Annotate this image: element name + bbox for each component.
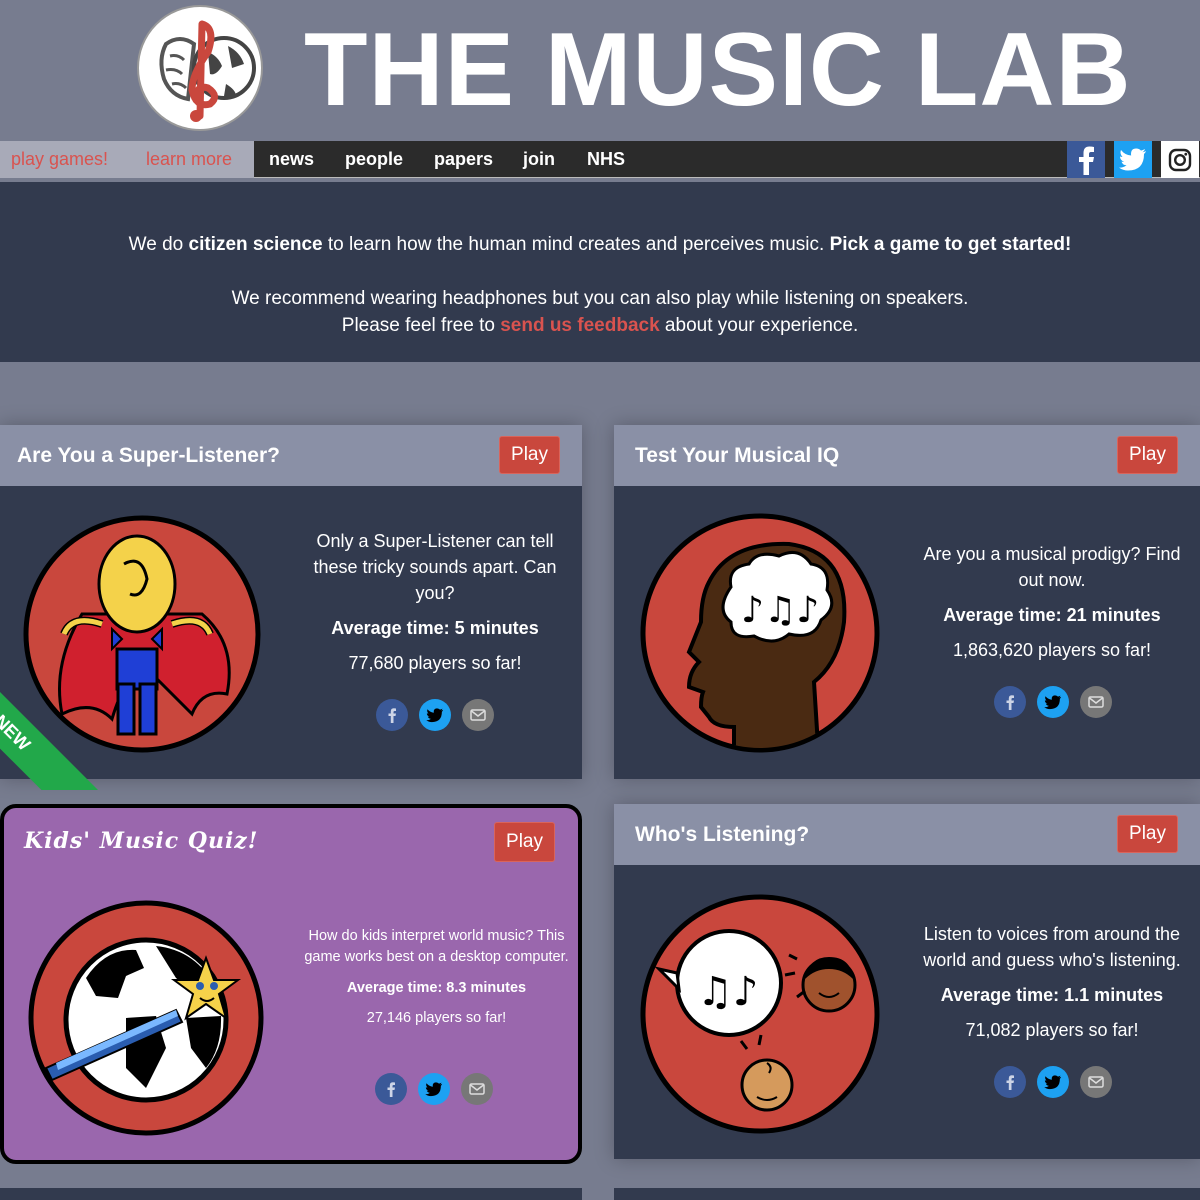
whos-listening-illustration[interactable]: ♫♪ xyxy=(639,893,881,1135)
svg-text:♪♫♪: ♪♫♪ xyxy=(741,590,819,631)
share-facebook-icon[interactable] xyxy=(375,1073,407,1105)
intro-text: to learn how the human mind creates and … xyxy=(322,234,830,255)
share-email-icon[interactable] xyxy=(462,699,494,731)
card-title: Test Your Musical IQ xyxy=(635,444,840,467)
share-email-icon[interactable] xyxy=(1080,686,1112,718)
intro-text: Please feel free to xyxy=(341,315,501,336)
card-title: Are You a Super-Listener? xyxy=(17,444,280,467)
share-twitter-icon[interactable] xyxy=(419,699,451,731)
share-twitter-icon[interactable] xyxy=(1037,1066,1069,1098)
new-ribbon-label: NEW xyxy=(0,710,35,755)
nav-people[interactable]: people xyxy=(345,141,403,178)
card-player-count: 27,146 players so far! xyxy=(366,1010,507,1026)
card-average-time: Average time: 8.3 minutes xyxy=(346,980,527,996)
site-header: THE MUSIC LAB xyxy=(0,0,1200,141)
card-header: Are You a Super-Listener? Play xyxy=(0,425,582,486)
share-twitter-icon[interactable] xyxy=(1037,686,1069,718)
game-card-musical-iq: Test Your Musical IQ Play ♪♫♪ Are you a … xyxy=(614,425,1200,779)
intro-line-2: We recommend wearing headphones but you … xyxy=(231,288,969,309)
card-average-time: Average time: 1.1 minutes xyxy=(940,985,1164,1005)
intro-text: We do xyxy=(128,234,189,255)
intro-panel: We do citizen science to learn how the h… xyxy=(0,182,1200,362)
nav-nhs[interactable]: NHS xyxy=(587,141,625,178)
next-card-partial xyxy=(614,1188,1200,1200)
card-body: Are you a musical prodigy? Find out now.… xyxy=(920,541,1184,661)
intro-line-3: Please feel free to send us feedback abo… xyxy=(0,315,1200,337)
twitter-icon[interactable] xyxy=(1114,141,1152,178)
play-button[interactable]: Play xyxy=(1117,436,1178,474)
share-buttons xyxy=(376,699,494,731)
card-description: Are you a musical prodigy? Find out now. xyxy=(923,544,1181,590)
card-player-count: 77,680 players so far! xyxy=(348,653,522,673)
intro-citizen-science: citizen science xyxy=(188,234,323,255)
card-player-count: 71,082 players so far! xyxy=(965,1020,1139,1040)
play-button[interactable]: Play xyxy=(494,822,555,862)
share-buttons xyxy=(994,1066,1112,1098)
card-title: Kids' Music Quiz! xyxy=(24,828,259,854)
musical-iq-illustration[interactable]: ♪♫♪ xyxy=(639,512,881,754)
card-body: How do kids interpret world music? This … xyxy=(304,926,569,1026)
new-ribbon-wrap: NEW xyxy=(0,640,150,790)
music-lab-logo-icon[interactable] xyxy=(136,4,264,132)
card-header: Test Your Musical IQ Play xyxy=(614,425,1200,486)
new-ribbon: NEW xyxy=(0,662,150,790)
card-player-count: 1,863,620 players so far! xyxy=(952,640,1152,660)
game-card-whos-listening: Who's Listening? Play ♫♪ Listen to voice… xyxy=(614,804,1200,1159)
nav-news[interactable]: news xyxy=(269,141,314,178)
card-header: Who's Listening? Play xyxy=(614,804,1200,865)
next-card-partial xyxy=(0,1188,582,1200)
intro-line-1: We do citizen science to learn how the h… xyxy=(0,234,1200,256)
card-title: Who's Listening? xyxy=(635,823,810,846)
share-facebook-icon[interactable] xyxy=(994,1066,1026,1098)
card-description: Listen to voices from around the world a… xyxy=(923,924,1181,970)
card-average-time: Average time: 5 minutes xyxy=(331,618,539,638)
share-email-icon[interactable] xyxy=(1080,1066,1112,1098)
card-description: Only a Super-Listener can tell these tri… xyxy=(313,531,557,603)
site-title: THE MUSIC LAB xyxy=(304,12,1132,128)
facebook-icon[interactable] xyxy=(1067,141,1105,178)
svg-text:♫♪: ♫♪ xyxy=(697,969,758,1015)
main-nav: play games! learn more news people paper… xyxy=(0,141,1200,178)
intro-pick-game: Pick a game to get started! xyxy=(829,234,1072,255)
card-body: Only a Super-Listener can tell these tri… xyxy=(300,528,570,674)
share-email-icon[interactable] xyxy=(461,1073,493,1105)
play-button[interactable]: Play xyxy=(499,436,560,474)
play-button[interactable]: Play xyxy=(1117,815,1178,853)
share-facebook-icon[interactable] xyxy=(376,699,408,731)
game-card-kids-music-quiz: Kids' Music Quiz! Play How do kids inter… xyxy=(0,804,582,1164)
card-body: Listen to voices from around the world a… xyxy=(920,921,1184,1041)
intro-text: about your experience. xyxy=(659,315,859,336)
share-buttons xyxy=(375,1073,493,1105)
kids-quiz-illustration[interactable] xyxy=(26,898,266,1138)
share-twitter-icon[interactable] xyxy=(418,1073,450,1105)
feedback-link[interactable]: send us feedback xyxy=(500,315,659,336)
card-description: How do kids interpret world music? This … xyxy=(304,928,569,965)
share-facebook-icon[interactable] xyxy=(994,686,1026,718)
nav-papers[interactable]: papers xyxy=(434,141,493,178)
nav-learn-more[interactable]: learn more xyxy=(146,141,232,178)
nav-play-games[interactable]: play games! xyxy=(11,141,108,178)
nav-join[interactable]: join xyxy=(523,141,555,178)
card-average-time: Average time: 21 minutes xyxy=(943,605,1161,625)
instagram-icon[interactable] xyxy=(1161,141,1199,178)
share-buttons xyxy=(994,686,1112,718)
